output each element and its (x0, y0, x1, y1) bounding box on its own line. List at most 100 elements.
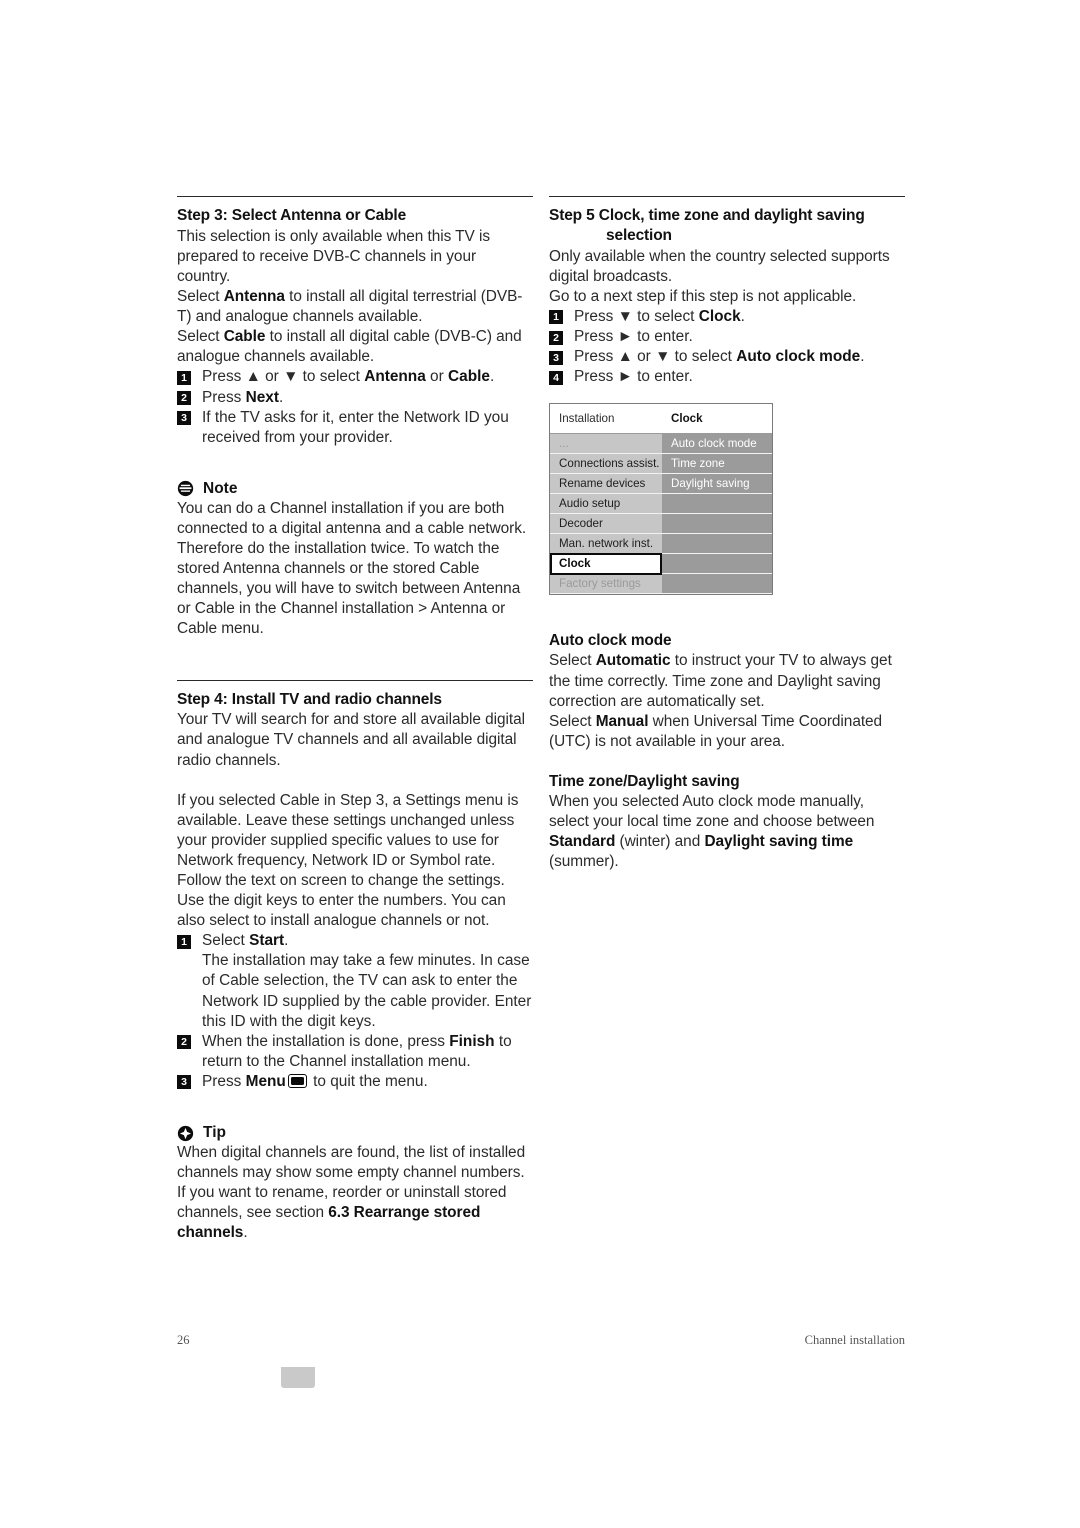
page-number: 26 (177, 1333, 190, 1347)
step5-heading: Step 5 Clock, time zone and daylight sav… (549, 206, 905, 246)
step-text-pre: Press ▲ or ▼ to select (574, 348, 737, 366)
manual-emphasis: Manual (595, 712, 649, 730)
auto-clock-paragraph-2: Select Manual when Universal Time Coordi… (549, 712, 905, 752)
note-label: Note (203, 479, 238, 497)
osd-item-time-zone[interactable]: Time zone (662, 454, 772, 475)
document-page: Step 3: Select Antenna or Cable This sel… (0, 0, 1080, 1528)
step-number-badge: 2 (177, 1035, 191, 1050)
tip-callout: Tip When digital channels are found, the… (177, 1124, 533, 1243)
osd-item-daylight-saving[interactable]: Daylight saving (662, 474, 772, 495)
osd-body: ... Connections assist. Rename devices A… (550, 434, 772, 595)
step-text-pre: Press ► to enter. (574, 328, 693, 346)
step-text-bold-1: Antenna (364, 368, 426, 386)
tv-osd-menu-figure: Installation Clock ... Connections assis… (549, 403, 773, 596)
daylight-saving-time-emphasis: Daylight saving time (704, 833, 854, 851)
ac-p1-pre: Select (549, 652, 596, 670)
osd-title-clock: Clock (671, 412, 703, 426)
osd-item-empty (662, 574, 772, 595)
tip-label: Tip (203, 1124, 226, 1142)
osd-item-decoder[interactable]: Decoder (550, 514, 662, 535)
step4-paragraph-2: If you selected Cable in Step 3, a Setti… (177, 791, 519, 930)
page-footer: 26 Channel installation (177, 1333, 905, 1348)
step-number-badge: 1 (549, 310, 563, 325)
step-text-bold-2: Cable (448, 368, 490, 386)
osd-item-auto-clock-mode[interactable]: Auto clock mode (662, 434, 772, 455)
list-item: 3 Press Menu to quit the menu. (177, 1072, 533, 1092)
step-number-badge: 1 (177, 370, 191, 385)
step3-paragraph-2: Select Antenna to install all digital te… (177, 287, 533, 327)
section-rule-step5 (549, 196, 905, 197)
auto-clock-mode-emphasis: Auto clock mode (736, 348, 861, 366)
tz-mid: (winter) and (615, 833, 705, 851)
menu-key-icon (287, 1073, 307, 1088)
time-zone-paragraph: When you selected Auto clock mode manual… (549, 792, 905, 872)
list-item: 3 Press ▲ or ▼ to select Auto clock mode. (549, 347, 905, 367)
step-text-mid: or (425, 368, 449, 386)
step3-numbered-list: 1 Press ▲ or ▼ to select Antenna or Cable… (177, 367, 533, 447)
footer-section-title: Channel installation (804, 1333, 905, 1347)
step-text-end: . (284, 932, 289, 950)
osd-item-man-network-inst[interactable]: Man. network inst. (550, 534, 662, 555)
tip-heading: Tip (177, 1124, 533, 1142)
step5-numbered-list: 1 Press ▼ to select Clock. 2 Press ► to en… (549, 307, 905, 387)
list-item: 3 If the TV asks for it, enter the Networ… (177, 408, 533, 448)
note-text: You can do a Channel installation if you… (177, 499, 527, 638)
next-emphasis: Next (245, 388, 279, 406)
step3-paragraph-3: Select Cable to install all digital cabl… (177, 327, 533, 367)
step5-paragraph-1: Only available when the country selected… (549, 247, 890, 285)
step3-paragraph-1: This selection is only available when th… (177, 227, 490, 286)
standard-emphasis: Standard (549, 833, 616, 851)
note-callout: Note You can do a Channel installation i… (177, 480, 533, 640)
step-number-badge: 3 (177, 411, 191, 426)
note-heading: Note (177, 480, 533, 498)
finish-emphasis: Finish (449, 1032, 495, 1050)
tz-end: (summer). (549, 853, 619, 871)
step4-heading: Step 4: Install TV and radio channels (177, 690, 442, 708)
ac-p2-pre: Select (549, 712, 596, 730)
osd-item-factory-settings[interactable]: Factory settings (550, 574, 662, 595)
section-rule-step3 (177, 196, 533, 197)
osd-item-rename-devices[interactable]: Rename devices (550, 474, 662, 495)
step-number-badge: 2 (177, 391, 191, 406)
auto-clock-mode-section: Auto clock mode Select Automatic to inst… (549, 631, 905, 752)
step-text-pre: When the installation is done, press (202, 1032, 450, 1050)
tip-text-end: . (243, 1224, 248, 1242)
start-emphasis: Start (249, 932, 285, 950)
section-rule-step4 (177, 679, 533, 681)
osd-item-audio-setup[interactable]: Audio setup (550, 494, 662, 515)
list-item: 2 Press ► to enter. (549, 327, 905, 347)
step4-section: Step 4: Install TV and radio channels Yo… (177, 679, 533, 1093)
step3-p3-pre: Select (177, 328, 224, 346)
step-text-pre: Press (202, 388, 246, 406)
step-number-badge: 3 (177, 1075, 191, 1090)
list-item: 1 Press ▼ to select Clock. (549, 307, 905, 327)
cable-emphasis: Cable (223, 328, 266, 346)
step-number-badge: 3 (549, 350, 563, 365)
step-text-pre: Select (202, 932, 250, 950)
step5-heading-line2: selection (606, 226, 672, 244)
list-item: 2 When the installation is done, press Fi… (177, 1032, 533, 1072)
note-icon (177, 480, 194, 497)
clock-emphasis: Clock (698, 307, 741, 325)
osd-item-clock-selected[interactable]: Clock (550, 553, 662, 576)
step3-p2-pre: Select (177, 288, 224, 306)
tip-icon (177, 1125, 194, 1142)
menu-emphasis: Menu (245, 1072, 286, 1090)
osd-item-empty (662, 494, 772, 515)
osd-item-empty (662, 514, 772, 535)
osd-item-connections-assist[interactable]: Connections assist. (550, 454, 662, 475)
osd-item-empty (662, 554, 772, 575)
step3-heading: Step 3: Select Antenna or Cable (177, 207, 407, 224)
auto-clock-paragraph-1: Select Automatic to instruct your TV to … (549, 651, 905, 711)
step4-paragraph-1: Your TV will search for and store all av… (177, 711, 526, 769)
osd-item-empty (662, 534, 772, 555)
right-column: Step 5 Clock, time zone and daylight sav… (549, 196, 905, 872)
osd-right-menu-column: Auto clock mode Time zone Daylight savin… (662, 434, 772, 595)
osd-title-bar: Installation Clock (550, 404, 772, 435)
step-text-end: . (489, 368, 495, 386)
left-column: Step 3: Select Antenna or Cable This sel… (177, 196, 533, 1244)
osd-item-ellipsis[interactable]: ... (550, 434, 662, 455)
step-number-badge: 2 (549, 330, 563, 345)
page-thumb-tab-marker (281, 1367, 315, 1388)
list-item: 1 Press ▲ or ▼ to select Antenna or Cable… (177, 367, 533, 387)
